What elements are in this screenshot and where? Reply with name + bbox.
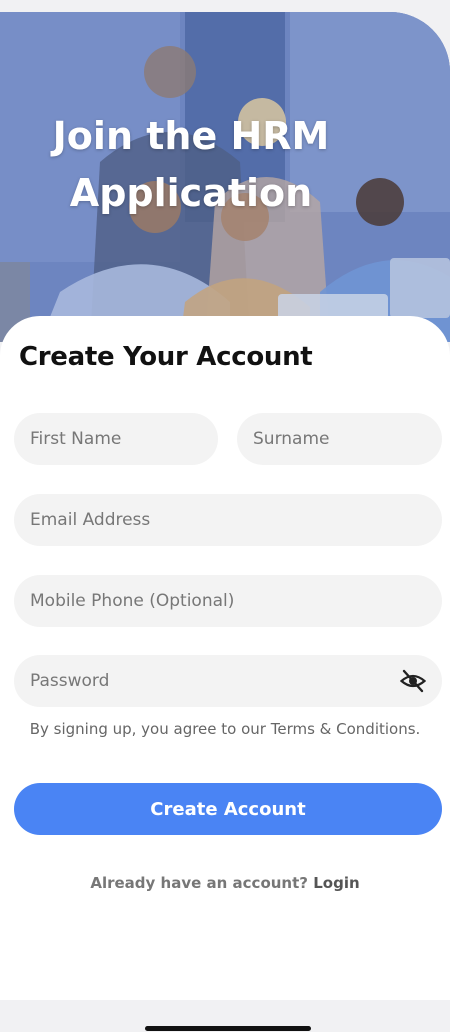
page-title: Create Your Account <box>19 342 313 372</box>
create-account-button[interactable]: Create Account <box>14 783 442 835</box>
mobile-input[interactable] <box>14 575 442 627</box>
surname-input[interactable] <box>237 413 442 465</box>
login-link[interactable]: Login <box>313 874 359 892</box>
hero-title-line2: Application <box>69 171 313 215</box>
email-input[interactable] <box>14 494 442 546</box>
status-bar-area <box>0 0 450 12</box>
home-indicator[interactable] <box>145 1026 311 1031</box>
first-name-field <box>14 413 218 465</box>
password-field <box>14 655 442 707</box>
email-field <box>14 494 442 546</box>
password-input[interactable] <box>14 655 442 707</box>
hero-title: Join the HRM Application <box>26 108 356 222</box>
mobile-field <box>14 575 442 627</box>
first-name-input[interactable] <box>14 413 218 465</box>
terms-notice: By signing up, you agree to our Terms & … <box>29 720 421 738</box>
login-prompt-text: Already have an account? <box>90 874 308 892</box>
eye-slash-icon[interactable] <box>399 668 427 694</box>
login-prompt-row: Already have an account? Login <box>0 874 450 892</box>
signup-card: Create Your Account By signing up, you a… <box>0 316 450 1000</box>
surname-field <box>237 413 442 465</box>
hero-title-line1: Join the HRM <box>52 114 330 158</box>
hero-banner: Join the HRM Application <box>0 12 450 342</box>
